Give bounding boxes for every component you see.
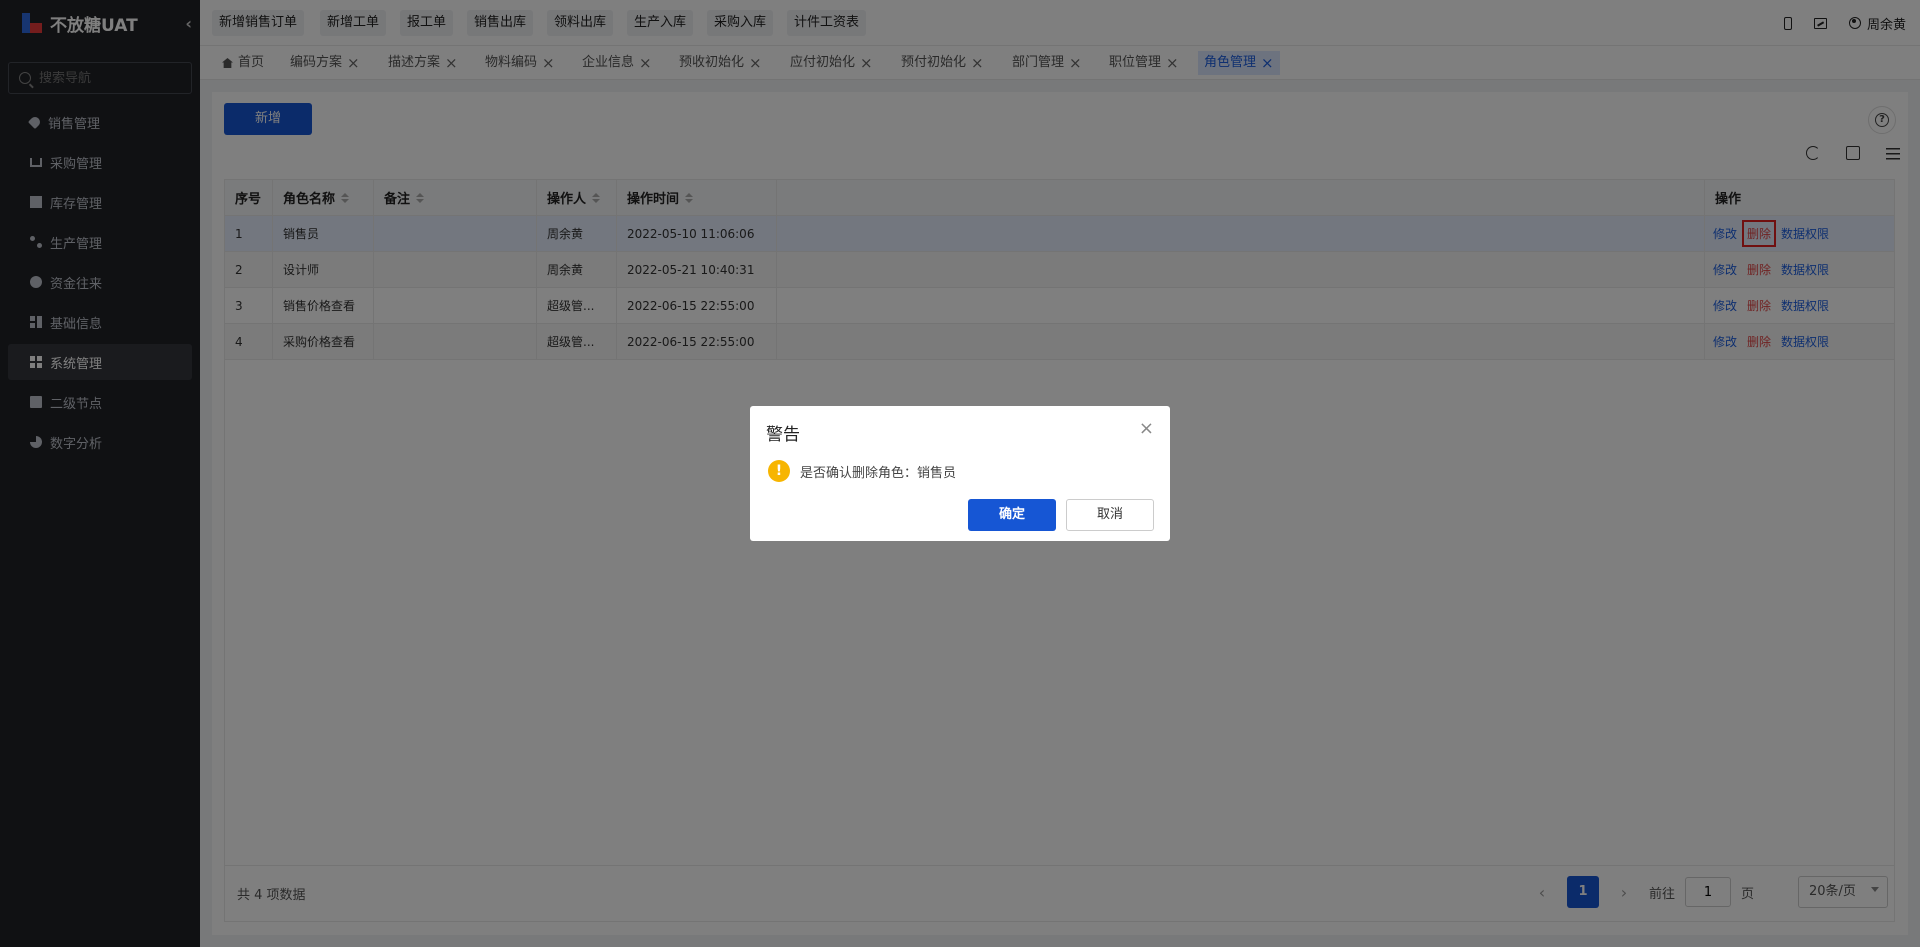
confirm-button[interactable]: 确定 <box>968 499 1056 531</box>
dialog-message: 是否确认删除角色：销售员 <box>800 465 957 481</box>
cancel-button[interactable]: 取消 <box>1066 499 1154 531</box>
warning-dialog: 警告 × ! 是否确认删除角色：销售员 确定 取消 <box>750 406 1170 541</box>
close-icon[interactable]: × <box>1139 418 1154 439</box>
warning-icon: ! <box>768 460 790 482</box>
dialog-title: 警告 <box>766 425 800 445</box>
